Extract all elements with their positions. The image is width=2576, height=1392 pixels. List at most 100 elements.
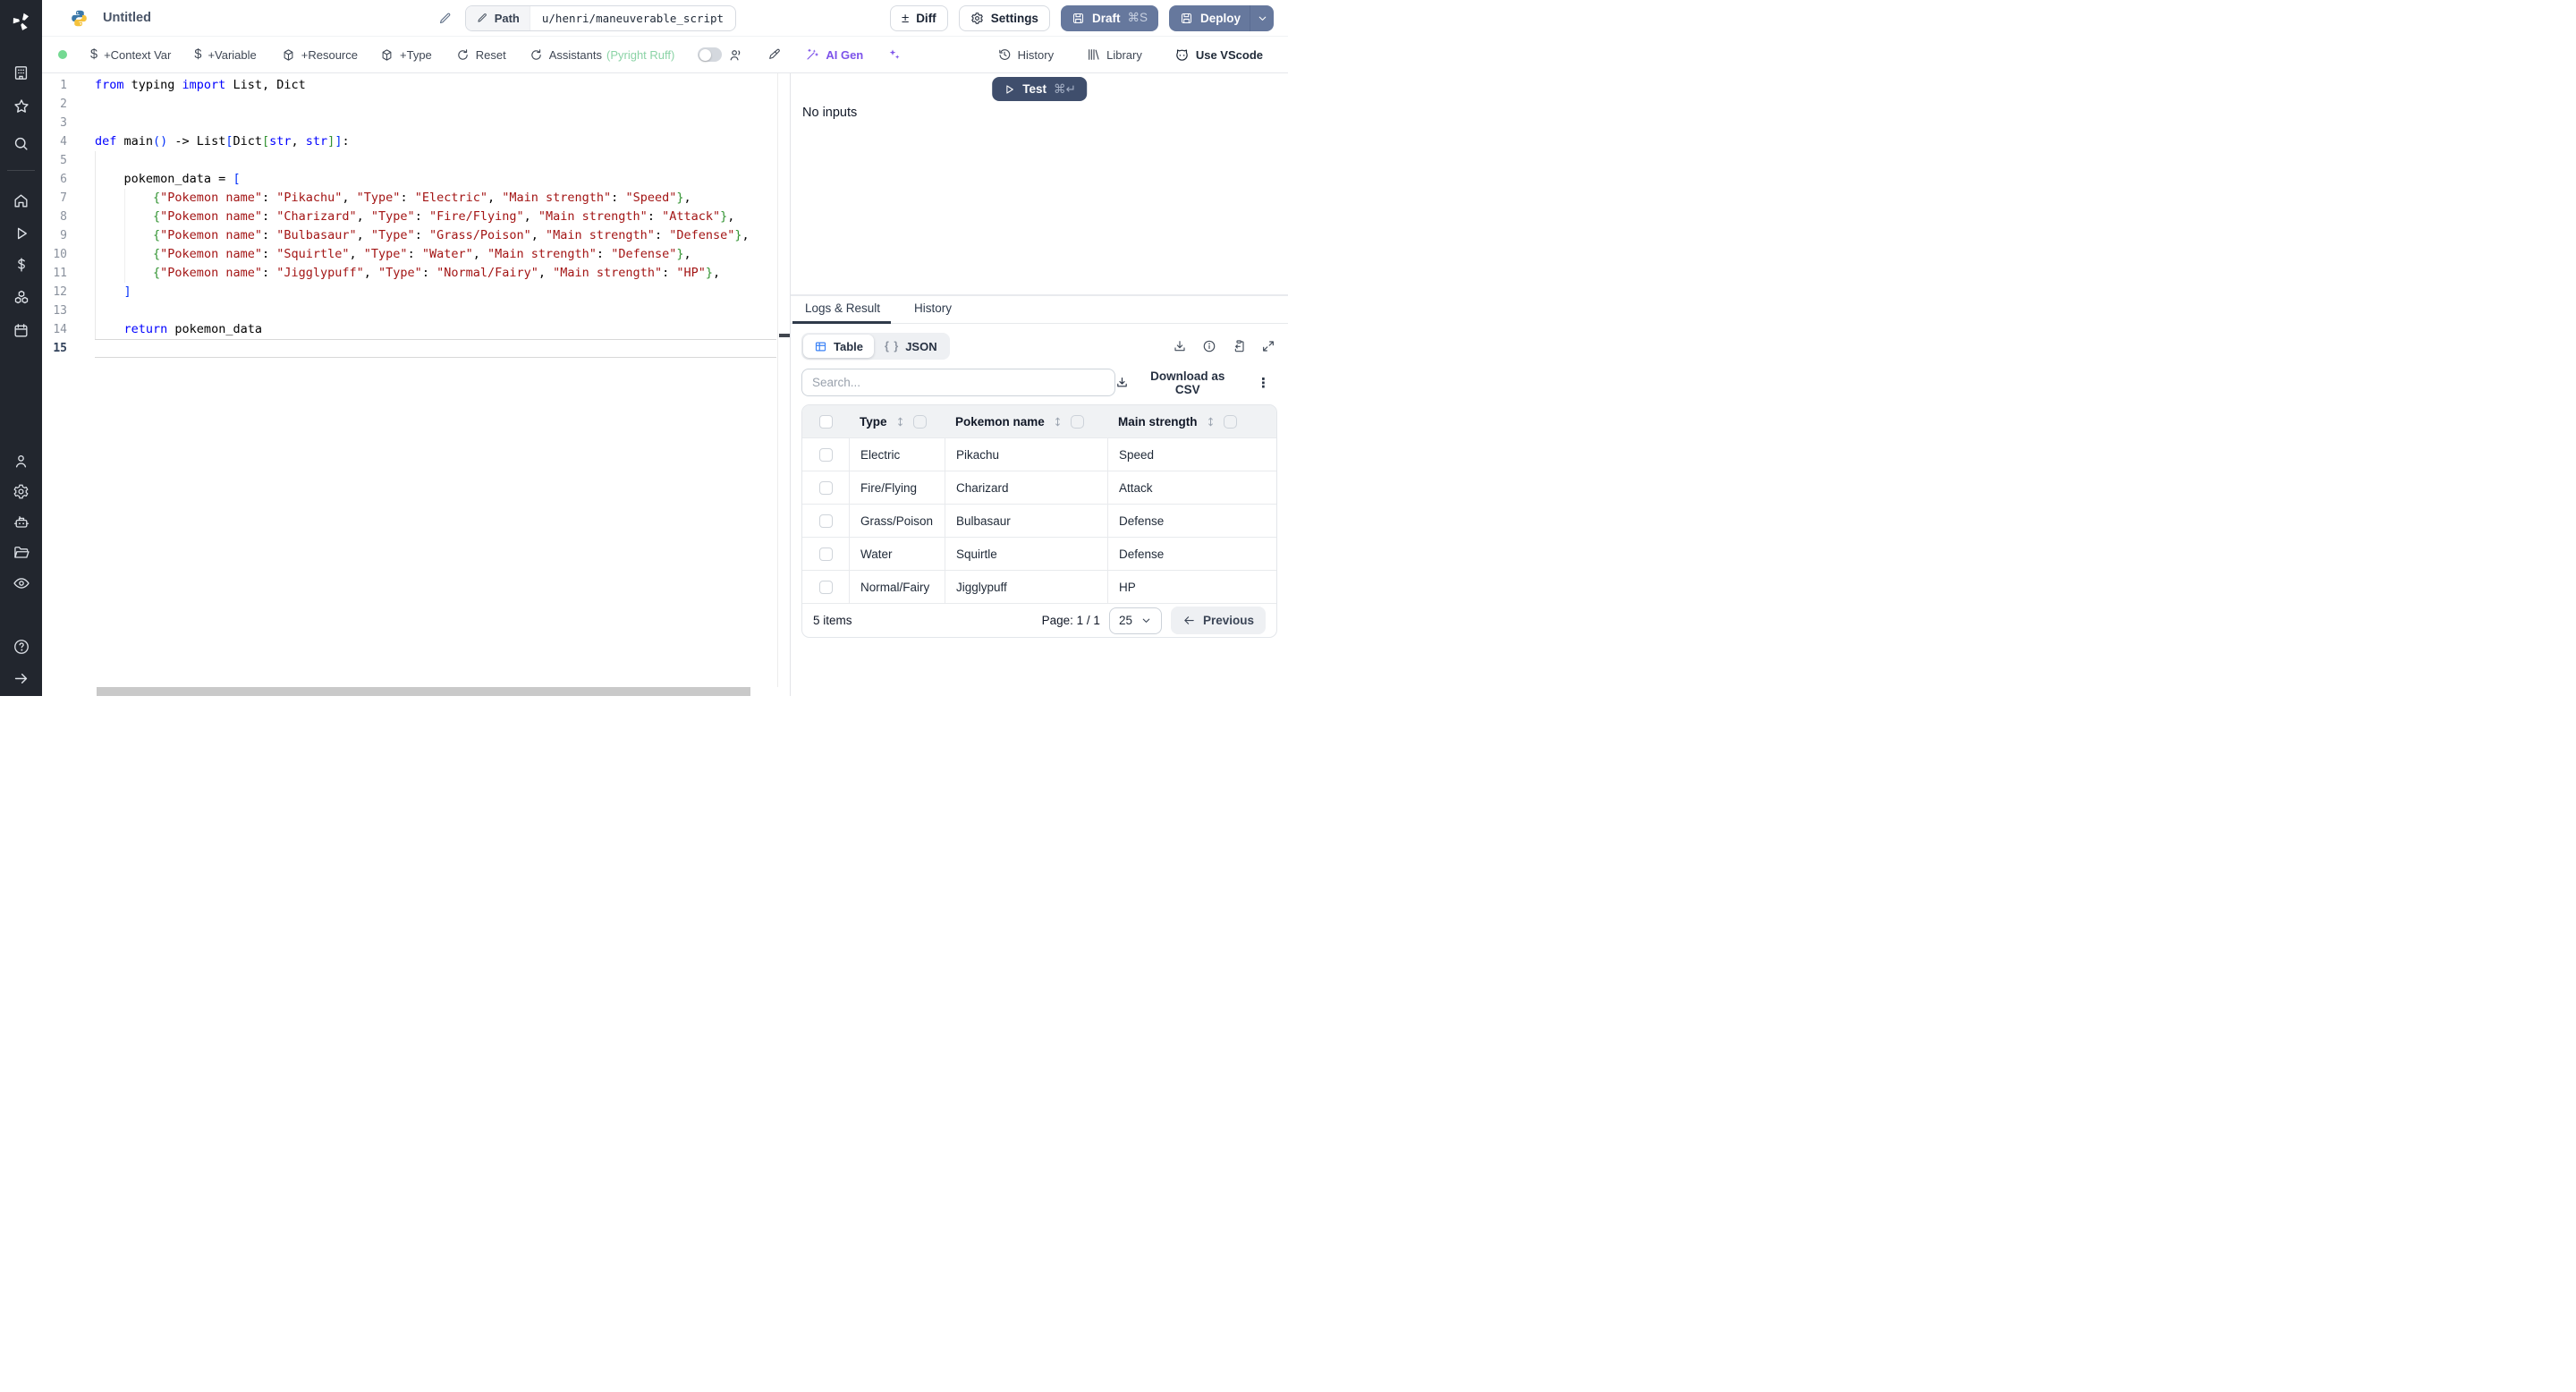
view-table-segment[interactable]: Table	[803, 335, 874, 358]
table-row[interactable]: Electric Pikachu Speed	[802, 437, 1276, 471]
column-filter-box[interactable]	[1070, 414, 1084, 429]
reset-button[interactable]: Reset	[456, 48, 506, 62]
sort-icon[interactable]	[1052, 416, 1063, 428]
column-filter-box[interactable]	[912, 414, 927, 429]
deploy-dropdown-button[interactable]	[1250, 4, 1274, 31]
sidebar-item-variables[interactable]	[0, 256, 42, 274]
folder-icon	[13, 547, 30, 558]
format-button[interactable]	[767, 47, 781, 62]
settings-button[interactable]: Settings	[958, 4, 1050, 31]
diff-icon: ±	[901, 10, 910, 26]
assistants-detail[interactable]: (Pyright Ruff)	[606, 48, 674, 62]
diff-button[interactable]: ± Diff	[889, 4, 948, 31]
table-menu-button[interactable]: ⋮	[1257, 375, 1270, 391]
view-json-label: JSON	[905, 339, 937, 353]
code-line: 7 {"Pokemon name": "Pikachu", "Type": "E…	[42, 189, 790, 208]
info-button[interactable]	[1202, 339, 1216, 353]
user-icon	[15, 454, 27, 468]
windmill-logo[interactable]	[0, 9, 42, 34]
add-type-button[interactable]: +Type	[380, 48, 432, 62]
view-json-segment[interactable]: { } JSON	[874, 335, 948, 358]
code-line: 15	[42, 339, 790, 358]
path-button[interactable]: Path u/henri/maneuverable_script	[464, 4, 737, 31]
code-line: 3	[42, 114, 790, 132]
sidebar-item-favorites[interactable]	[0, 98, 42, 115]
sidebar-item-audit[interactable]	[0, 574, 42, 592]
table-row[interactable]: Normal/Fairy Jigglypuff HP	[802, 570, 1276, 603]
previous-page-button[interactable]: Previous	[1170, 607, 1266, 634]
right-panel: Test ⌘↵ No inputs Logs & Result History T…	[791, 73, 1288, 696]
table-row[interactable]: Grass/Poison Bulbasaur Defense	[802, 504, 1276, 537]
table-cell: Charizard	[945, 471, 1107, 504]
refresh-icon	[458, 48, 468, 60]
table-cell: Normal/Fairy	[849, 571, 945, 603]
sort-icon[interactable]	[1205, 416, 1216, 428]
sidebar-item-home[interactable]	[0, 191, 42, 209]
add-resource-button[interactable]: +Resource	[282, 48, 358, 62]
sidebar-item-search[interactable]	[0, 134, 42, 152]
sidebar-item-runs[interactable]	[0, 225, 42, 242]
sidebar-item-workspace[interactable]	[0, 64, 42, 81]
sort-icon[interactable]	[894, 416, 906, 428]
user-voice-icon	[730, 49, 741, 60]
table-row[interactable]: Fire/Flying Charizard Attack	[802, 471, 1276, 504]
result-table: Type Pokemon name Main strength Electric Pi…	[801, 404, 1277, 638]
download-csv-button[interactable]: Download as CSV	[1115, 369, 1239, 396]
windmill-logo-icon	[13, 13, 29, 30]
line-number: 5	[60, 154, 67, 167]
ai-gen-button[interactable]: AI Gen	[805, 47, 863, 62]
library-label: Library	[1106, 47, 1142, 62]
editor-overview-cursor-marker[interactable]	[779, 334, 790, 337]
table-row[interactable]: Water Squirtle Defense	[802, 537, 1276, 570]
add-variable-button[interactable]: $ +Variable	[194, 47, 256, 62]
library-button[interactable]: Library	[1086, 47, 1142, 62]
table-header: Type Pokemon name Main strength	[802, 405, 1276, 437]
sidebar-item-resources[interactable]	[0, 289, 42, 307]
use-vscode-label: Use VScode	[1195, 47, 1263, 62]
use-vscode-button[interactable]: Use VScode	[1174, 47, 1263, 63]
sidebar-collapse[interactable]	[0, 669, 42, 687]
row-checkbox[interactable]	[818, 580, 833, 594]
code-editor[interactable]: 1 from typing import List, Dict 2 3 4 def mai…	[42, 73, 791, 696]
row-checkbox[interactable]	[818, 447, 833, 462]
chevron-down-icon	[1258, 16, 1266, 21]
tab-history[interactable]: History	[912, 301, 953, 323]
row-checkbox[interactable]	[818, 514, 833, 528]
assistants-button[interactable]: Assistants	[530, 48, 602, 62]
ai-sparkles-button[interactable]	[887, 47, 902, 62]
editor-horizontal-scrollbar[interactable]	[97, 687, 750, 696]
select-all-checkbox[interactable]	[818, 414, 833, 429]
sidebar-item-help[interactable]	[0, 638, 42, 656]
sidebar-item-schedules[interactable]	[0, 321, 42, 339]
page-size-select[interactable]: 25	[1108, 607, 1162, 634]
row-checkbox[interactable]	[818, 547, 833, 561]
code-line: 9 {"Pokemon name": "Bulbasaur", "Type": …	[42, 226, 790, 245]
edit-title-button[interactable]	[437, 11, 453, 26]
status-dot	[58, 50, 67, 59]
line-number: 1	[60, 79, 67, 92]
history-button[interactable]: History	[997, 47, 1054, 62]
copy-result-button[interactable]	[1232, 339, 1246, 353]
table-cell: HP	[1107, 571, 1276, 603]
sidebar-item-workers[interactable]	[0, 514, 42, 531]
multiplayer-toggle[interactable]	[698, 47, 723, 62]
calendar-icon	[14, 323, 28, 337]
help-icon	[13, 640, 29, 654]
add-context-var-button[interactable]: $ +Context Var	[90, 47, 171, 62]
sidebar-item-settings[interactable]	[0, 482, 42, 500]
column-filter-box[interactable]	[1223, 414, 1237, 429]
sidebar-item-folders[interactable]	[0, 544, 42, 562]
tab-logs-result[interactable]: Logs & Result	[792, 301, 892, 324]
multiplayer-button[interactable]	[728, 47, 743, 63]
arrow-right-icon	[14, 673, 28, 683]
test-button[interactable]: Test ⌘↵	[992, 77, 1087, 101]
deploy-button[interactable]: Deploy	[1168, 4, 1274, 31]
sidebar-item-users[interactable]	[0, 452, 42, 470]
expand-result-button[interactable]	[1261, 339, 1275, 353]
draft-button[interactable]: Draft ⌘S	[1060, 4, 1158, 31]
table-search-input[interactable]	[801, 369, 1116, 396]
download-result-button[interactable]	[1173, 339, 1187, 353]
download-csv-label: Download as CSV	[1150, 369, 1225, 396]
row-checkbox[interactable]	[818, 480, 833, 495]
code-line: 11 {"Pokemon name": "Jigglypuff", "Type"…	[42, 264, 790, 283]
